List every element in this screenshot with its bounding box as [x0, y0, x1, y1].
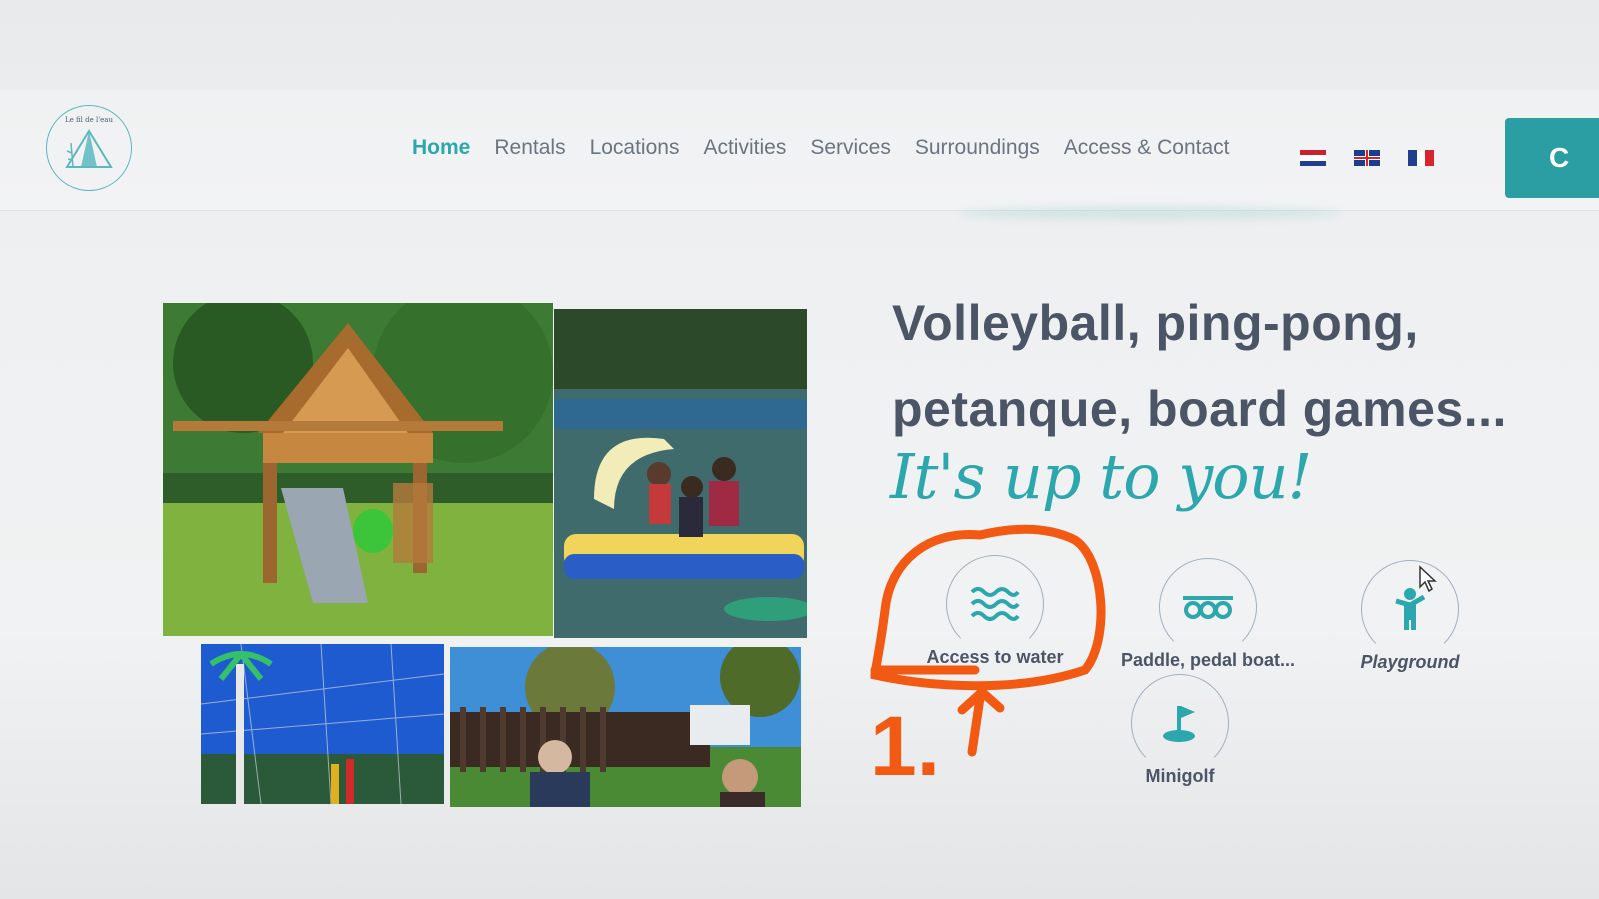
hero-heading: Volleyball, ping-pong, petanque, board g…: [892, 280, 1572, 452]
nav-locations[interactable]: Locations: [590, 136, 680, 160]
nav-activities[interactable]: Activities: [703, 136, 786, 160]
minigolf-flag-icon: [1163, 706, 1195, 742]
activity-icon-ring: [1361, 560, 1459, 658]
annotation-number: 1.: [870, 699, 940, 790]
activity-label: Playground: [1360, 652, 1460, 672]
nav-surroundings[interactable]: Surroundings: [915, 136, 1040, 160]
pedal-boat-photo: [554, 309, 807, 638]
net-playground-photo: [201, 644, 444, 804]
activity-minigolf[interactable]: Minigolf: [1120, 674, 1240, 787]
garden-people-photo: [450, 647, 801, 807]
nav-access-contact[interactable]: Access & Contact: [1064, 136, 1230, 160]
playground-child-icon: [1395, 588, 1426, 630]
header-glow: [960, 206, 1340, 220]
hero-tagline: It's up to you!: [890, 440, 1312, 513]
activity-playground[interactable]: Playground: [1340, 560, 1480, 673]
nav-services[interactable]: Services: [810, 136, 891, 160]
activity-icon-ring: [1159, 558, 1257, 656]
activity-label: Paddle, pedal boat...: [1120, 650, 1296, 670]
flag-fr-icon[interactable]: [1408, 150, 1435, 166]
main-nav: Home Rentals Locations Activities Servic…: [412, 136, 1254, 160]
activity-label: Minigolf: [1145, 766, 1215, 786]
cta-button[interactable]: C: [1505, 118, 1599, 198]
activity-paddle-pedal-boat[interactable]: Paddle, pedal boat...: [1108, 558, 1308, 671]
flag-uk-icon[interactable]: [1354, 150, 1380, 166]
playground-photo: [163, 303, 553, 636]
hand-drawn-annotation: 1.: [870, 524, 1106, 790]
mouse-cursor-icon: [1419, 565, 1437, 593]
language-switcher: [1300, 150, 1435, 166]
activity-icon-ring: [1131, 674, 1229, 772]
nav-rentals[interactable]: Rentals: [494, 136, 565, 160]
logo-tent-icon: [65, 129, 113, 168]
site-logo[interactable]: Le fil de l'eau: [46, 105, 132, 191]
flag-nl-icon[interactable]: [1300, 150, 1326, 166]
nav-home[interactable]: Home: [412, 136, 470, 160]
paddle-boat-icon: [1183, 596, 1233, 619]
hero-heading-line1: Volleyball, ping-pong,: [892, 295, 1419, 351]
logo-text: Le fil de l'eau: [65, 116, 113, 124]
